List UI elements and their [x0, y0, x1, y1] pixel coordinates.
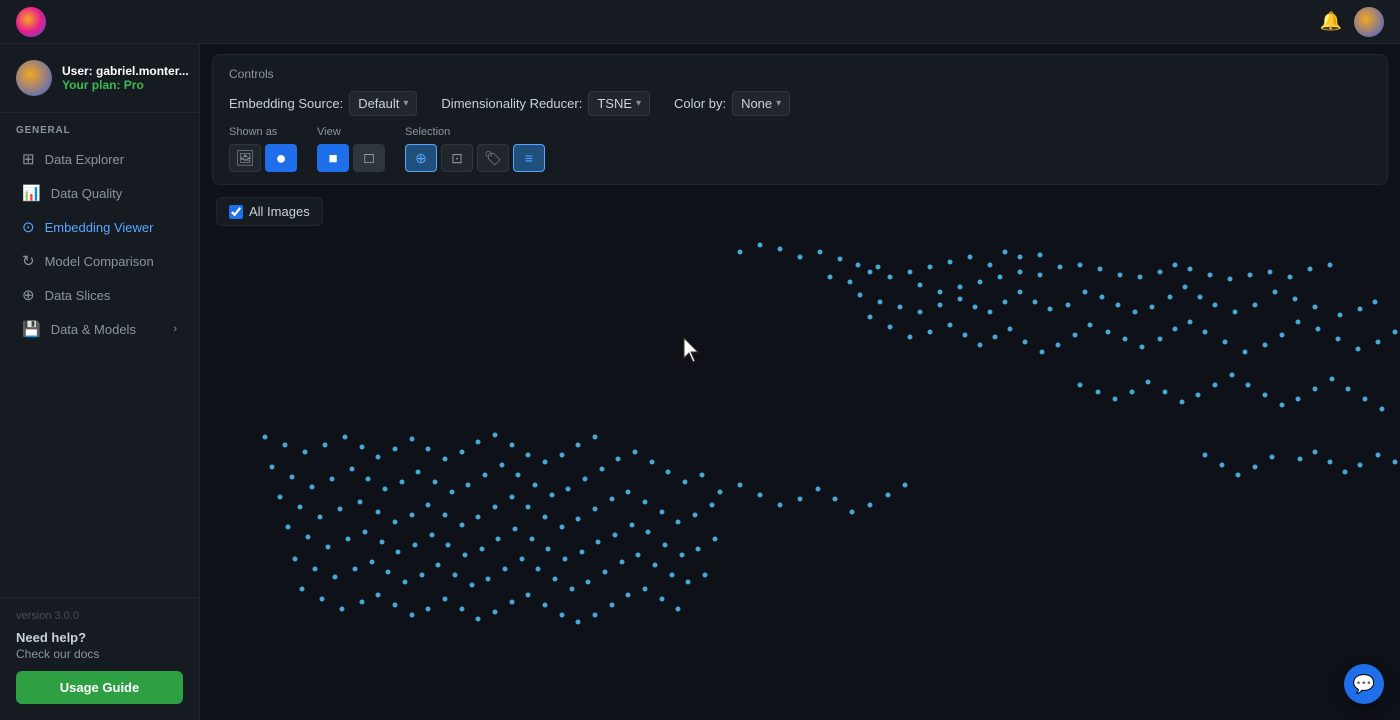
selection-lasso-button[interactable]: ⊡ [441, 144, 473, 172]
sidebar-data-models-label: Data & Models [51, 322, 136, 337]
sidebar-model-comparison-label: Model Comparison [45, 254, 154, 269]
app-logo[interactable] [16, 7, 46, 37]
topbar-right: 🔔 [1320, 7, 1384, 37]
embedding-source-value: Default [358, 96, 399, 111]
user-avatar[interactable] [1354, 7, 1384, 37]
sidebar-footer: version 3.0.0 Need help? Check our docs … [0, 597, 199, 704]
all-images-filter[interactable]: All Images [216, 197, 323, 226]
sidebar-username: User: gabriel.monter... [62, 64, 189, 78]
view-group: View ■ □ [317, 126, 385, 172]
view-label: View [317, 126, 385, 138]
dim-reducer-label: Dimensionality Reducer: [441, 96, 582, 111]
view-filled-button[interactable]: ■ [317, 144, 349, 172]
color-by-dropdown[interactable]: None ▾ [732, 91, 790, 116]
view-outline-button[interactable]: □ [353, 144, 385, 172]
sidebar-item-data-explorer[interactable]: ⊞ Data Explorer [6, 142, 193, 176]
usage-guide-button[interactable]: Usage Guide [16, 671, 183, 704]
filter-row: All Images [200, 185, 1400, 226]
dim-reducer-dropdown[interactable]: TSNE ▾ [588, 91, 650, 116]
all-images-checkbox[interactable] [229, 205, 243, 219]
sidebar-data-quality-label: Data Quality [51, 186, 123, 201]
embedding-source-dropdown[interactable]: Default ▾ [349, 91, 417, 116]
color-by-value: None [741, 96, 772, 111]
sidebar-item-data-quality[interactable]: 📊 Data Quality [6, 176, 193, 210]
data-explorer-icon: ⊞ [22, 150, 35, 168]
selection-zoom-button[interactable]: ⊕ [405, 144, 437, 172]
all-images-label: All Images [249, 204, 310, 219]
main-layout: User: gabriel.monter... Your plan: Pro G… [0, 44, 1400, 720]
selection-group: Selection ⊕ ⊡ 🏷 ≡ [405, 126, 545, 172]
shown-as-group: Shown as 🖼 ● [229, 126, 297, 172]
version-label: version 3.0.0 [16, 610, 183, 622]
controls-bottom-row: Shown as 🖼 ● View ■ □ Selection [229, 126, 1371, 172]
selection-buttons: ⊕ ⊡ 🏷 ≡ [405, 144, 545, 172]
sidebar-arrow-icon: › [173, 323, 177, 335]
scatter-plot-container[interactable] [200, 226, 1400, 720]
shown-as-buttons: 🖼 ● [229, 144, 297, 172]
shown-as-dot-button[interactable]: ● [265, 144, 297, 172]
selection-tag-button[interactable]: 🏷 [477, 144, 509, 172]
sidebar-data-slices-label: Data Slices [45, 288, 111, 303]
topbar: 🔔 [0, 0, 1400, 44]
chat-button[interactable]: 💬 [1344, 664, 1384, 704]
sidebar-user-info: User: gabriel.monter... Your plan: Pro [0, 60, 199, 113]
controls-title: Controls [229, 67, 1371, 81]
selection-label: Selection [405, 126, 545, 138]
embedding-source-arrow: ▾ [403, 98, 408, 109]
content-area: Controls Embedding Source: Default ▾ Dim… [200, 44, 1400, 720]
dim-reducer-value: TSNE [597, 96, 632, 111]
embedding-source-group: Embedding Source: Default ▾ [229, 91, 417, 116]
help-link[interactable]: Check our docs [16, 647, 183, 661]
sidebar-avatar [16, 60, 52, 96]
sidebar-user-details: User: gabriel.monter... Your plan: Pro [62, 64, 189, 92]
chat-icon: 💬 [1353, 674, 1375, 695]
sidebar-item-model-comparison[interactable]: ↻ Model Comparison [6, 244, 193, 278]
shown-as-image-button[interactable]: 🖼 [229, 144, 261, 172]
shown-as-label: Shown as [229, 126, 297, 138]
selection-list-button[interactable]: ≡ [513, 144, 545, 172]
embedding-viewer-icon: ⊙ [22, 218, 35, 236]
dim-reducer-arrow: ▾ [636, 98, 641, 109]
controls-top-row: Embedding Source: Default ▾ Dimensionali… [229, 91, 1371, 116]
color-by-label: Color by: [674, 96, 726, 111]
model-comparison-icon: ↻ [22, 252, 35, 270]
notifications-icon[interactable]: 🔔 [1320, 11, 1342, 32]
dim-reducer-group: Dimensionality Reducer: TSNE ▾ [441, 91, 650, 116]
data-models-icon: 💾 [22, 320, 41, 338]
sidebar-plan: Your plan: Pro [62, 78, 189, 92]
sidebar-data-explorer-label: Data Explorer [45, 152, 124, 167]
topbar-left [16, 7, 46, 37]
help-title: Need help? [16, 630, 183, 645]
controls-panel: Controls Embedding Source: Default ▾ Dim… [212, 54, 1388, 185]
sidebar-embedding-label: Embedding Viewer [45, 220, 154, 235]
sidebar-item-data-slices[interactable]: ⊕ Data Slices [6, 278, 193, 312]
data-quality-icon: 📊 [22, 184, 41, 202]
embedding-source-label: Embedding Source: [229, 96, 343, 111]
scatter-plot [200, 226, 1400, 720]
sidebar-item-data-models[interactable]: 💾 Data & Models › [6, 312, 193, 346]
color-by-group: Color by: None ▾ [674, 91, 790, 116]
sidebar-item-embedding-viewer[interactable]: ⊙ Embedding Viewer [6, 210, 193, 244]
sidebar-general-label: GENERAL [0, 125, 199, 142]
sidebar: User: gabriel.monter... Your plan: Pro G… [0, 44, 200, 720]
data-slices-icon: ⊕ [22, 286, 35, 304]
color-by-arrow: ▾ [776, 98, 781, 109]
view-buttons: ■ □ [317, 144, 385, 172]
